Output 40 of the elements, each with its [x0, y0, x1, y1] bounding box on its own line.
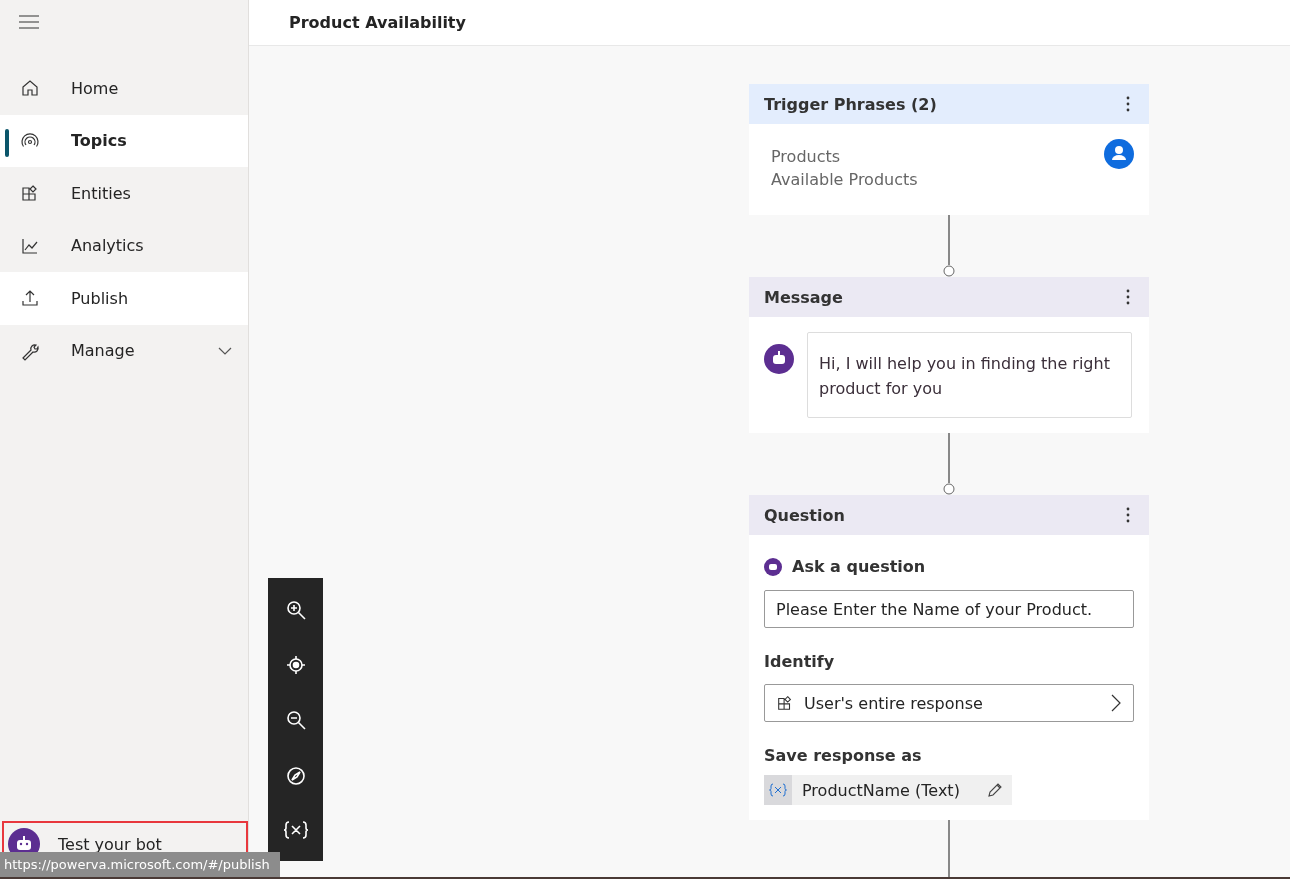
- node-title: Question: [764, 505, 845, 525]
- nav-item[interactable]: Topics: [0, 114, 248, 167]
- nav-item[interactable]: Entities: [0, 167, 248, 220]
- question-field[interactable]: Please Enter the Name of your Product.: [764, 590, 1134, 628]
- more-icon[interactable]: [1126, 96, 1130, 112]
- zoom-in-icon[interactable]: [284, 598, 307, 621]
- message-text[interactable]: Hi, I will help you in finding the right product for you: [807, 332, 1132, 418]
- user-icon: [1104, 139, 1134, 169]
- nav-item[interactable]: Publish: [0, 272, 248, 325]
- blocks-icon: [776, 694, 794, 712]
- trigger-phrase: Available Products: [771, 170, 918, 189]
- section-label: Identify: [764, 652, 836, 671]
- link-tooltip: https://powerva.microsoft.com/#/publish: [0, 852, 280, 877]
- menu-icon[interactable]: [19, 15, 39, 29]
- identify-dropdown[interactable]: User's entire response: [764, 684, 1134, 722]
- nav-item[interactable]: Home: [0, 62, 248, 115]
- variable-chip[interactable]: ProductName (Text): [764, 775, 1012, 805]
- connector-line: [948, 820, 950, 877]
- chevron-icon: [1111, 694, 1121, 712]
- bot-icon: [764, 557, 782, 576]
- section-label: Ask a question: [792, 557, 926, 576]
- more-icon[interactable]: [1126, 289, 1130, 305]
- topic-title: Product Availability: [289, 13, 466, 32]
- chevron-icon: [218, 346, 232, 355]
- node-title: Message: [764, 287, 843, 307]
- node-title: Trigger Phrases (2): [764, 94, 937, 114]
- edit-icon[interactable]: [985, 781, 1004, 799]
- variable-icon: [764, 775, 792, 805]
- more-icon[interactable]: [1126, 507, 1130, 523]
- bot-icon: [764, 344, 794, 374]
- home-icon: [20, 78, 40, 99]
- section-label: Save response as: [764, 746, 923, 765]
- upload-icon: [20, 288, 40, 309]
- nav-item[interactable]: Manage: [0, 324, 248, 377]
- variables-icon[interactable]: [282, 820, 309, 841]
- nav-item[interactable]: Analytics: [0, 219, 248, 272]
- zoom-out-icon[interactable]: [284, 709, 307, 732]
- target-icon[interactable]: [284, 654, 307, 677]
- trigger-phrase: Products: [771, 147, 842, 166]
- compass-icon[interactable]: [284, 764, 307, 787]
